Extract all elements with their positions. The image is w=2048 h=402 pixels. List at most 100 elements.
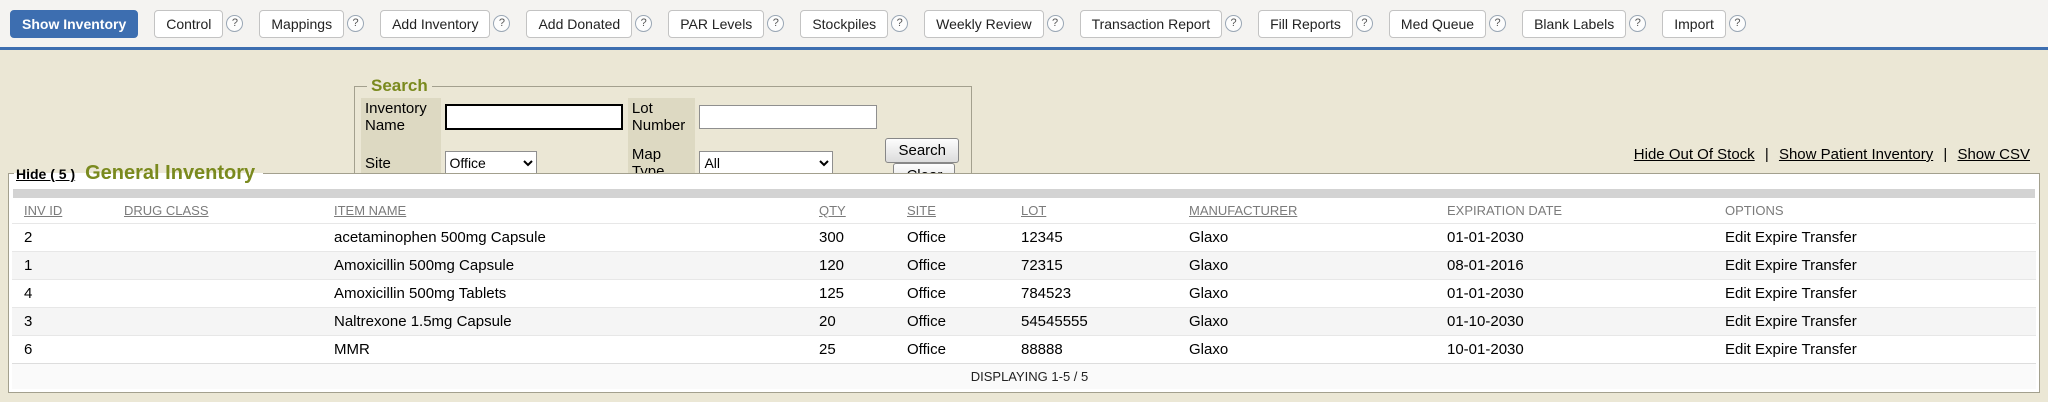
- inventory-name-input[interactable]: [445, 104, 623, 130]
- cell-site: Office: [901, 307, 1015, 335]
- tab-group: Show Inventory: [10, 10, 138, 38]
- tab-group: Stockpiles ?: [800, 10, 908, 38]
- table-row: 6MMR25Office88888Glaxo10-01-2030Edit Exp…: [12, 335, 2036, 363]
- cell-options: Edit Expire Transfer: [1719, 335, 2036, 363]
- cell-expiration: 08-01-2016: [1441, 251, 1719, 279]
- help-icon[interactable]: ?: [1047, 15, 1064, 32]
- table-top-band: [13, 189, 2035, 198]
- transfer-link[interactable]: Transfer: [1801, 341, 1856, 358]
- cell-expiration: 01-01-2030: [1441, 279, 1719, 307]
- tab-group: Control ?: [154, 10, 243, 38]
- cell-inv-id: 3: [12, 307, 118, 335]
- tab-fill-reports[interactable]: Fill Reports: [1258, 10, 1353, 38]
- help-icon[interactable]: ?: [891, 15, 908, 32]
- tab-par-levels[interactable]: PAR Levels: [668, 10, 764, 38]
- help-icon[interactable]: ?: [226, 15, 243, 32]
- inventory-table: INV IDDRUG CLASSITEM NAMEQTYSITELOTMANUF…: [12, 198, 2036, 389]
- column-header-qty[interactable]: QTY: [813, 198, 901, 223]
- search-button[interactable]: Search: [885, 138, 959, 163]
- cell-options: Edit Expire Transfer: [1719, 223, 2036, 251]
- tab-group: Weekly Review ?: [924, 10, 1063, 38]
- edit-link[interactable]: Edit: [1725, 257, 1751, 274]
- help-icon[interactable]: ?: [1489, 15, 1506, 32]
- hide-count-link[interactable]: Hide ( 5 ): [16, 166, 75, 182]
- tab-blank-labels[interactable]: Blank Labels: [1522, 10, 1626, 38]
- column-header-drug-class[interactable]: DRUG CLASS: [118, 198, 328, 223]
- hide-out-of-stock-link[interactable]: Hide Out Of Stock: [1634, 146, 1755, 163]
- edit-link[interactable]: Edit: [1725, 229, 1751, 246]
- cell-expiration: 01-10-2030: [1441, 307, 1719, 335]
- expire-link[interactable]: Expire: [1755, 341, 1798, 358]
- expire-link[interactable]: Expire: [1755, 313, 1798, 330]
- show-csv-link[interactable]: Show CSV: [1957, 146, 2030, 163]
- tab-transaction-report[interactable]: Transaction Report: [1080, 10, 1223, 38]
- edit-link[interactable]: Edit: [1725, 285, 1751, 302]
- expire-link[interactable]: Expire: [1755, 285, 1798, 302]
- inventory-page: { "colors": { "page_background": "#ebe7d…: [0, 0, 2048, 402]
- show-patient-inventory-link[interactable]: Show Patient Inventory: [1779, 146, 1933, 163]
- cell-manufacturer: Glaxo: [1183, 307, 1441, 335]
- cell-expiration: 01-01-2030: [1441, 223, 1719, 251]
- inventory-footer-row: DISPLAYING 1-5 / 5: [12, 363, 2036, 389]
- cell-drug-class: [118, 279, 328, 307]
- edit-link[interactable]: Edit: [1725, 313, 1751, 330]
- tab-control[interactable]: Control: [154, 10, 223, 38]
- cell-manufacturer: Glaxo: [1183, 251, 1441, 279]
- cell-qty: 125: [813, 279, 901, 307]
- help-icon[interactable]: ?: [1629, 15, 1646, 32]
- cell-item-name: Naltrexone 1.5mg Capsule: [328, 307, 813, 335]
- tab-bar: Show Inventory Control ? Mappings ? Add …: [0, 0, 2048, 50]
- tab-group: Blank Labels ?: [1522, 10, 1646, 38]
- expire-link[interactable]: Expire: [1755, 257, 1798, 274]
- cell-lot: 784523: [1015, 279, 1183, 307]
- help-icon[interactable]: ?: [347, 15, 364, 32]
- cell-options: Edit Expire Transfer: [1719, 279, 2036, 307]
- cell-item-name: MMR: [328, 335, 813, 363]
- general-inventory-title: General Inventory: [85, 162, 255, 185]
- edit-link[interactable]: Edit: [1725, 341, 1751, 358]
- tab-weekly-review[interactable]: Weekly Review: [924, 10, 1043, 38]
- inventory-name-label: Inventory Name: [361, 98, 441, 136]
- cell-lot: 12345: [1015, 223, 1183, 251]
- lot-number-input[interactable]: [699, 105, 877, 129]
- tab-med-queue[interactable]: Med Queue: [1389, 10, 1486, 38]
- cell-qty: 20: [813, 307, 901, 335]
- expire-link[interactable]: Expire: [1755, 229, 1798, 246]
- transfer-link[interactable]: Transfer: [1801, 229, 1856, 246]
- help-icon[interactable]: ?: [1356, 15, 1373, 32]
- tab-add-inventory[interactable]: Add Inventory: [380, 10, 490, 38]
- cell-manufacturer: Glaxo: [1183, 279, 1441, 307]
- tab-import[interactable]: Import: [1662, 10, 1726, 38]
- cell-site: Office: [901, 279, 1015, 307]
- link-separator: |: [1943, 146, 1947, 163]
- tab-show-inventory[interactable]: Show Inventory: [10, 10, 138, 38]
- column-header-lot[interactable]: LOT: [1015, 198, 1183, 223]
- cell-lot: 88888: [1015, 335, 1183, 363]
- column-header-manufacturer[interactable]: MANUFACTURER: [1183, 198, 1441, 223]
- help-icon[interactable]: ?: [1225, 15, 1242, 32]
- column-header-options: OPTIONS: [1719, 198, 2036, 223]
- cell-lot: 54545555: [1015, 307, 1183, 335]
- column-header-inv-id[interactable]: INV ID: [12, 198, 118, 223]
- help-icon[interactable]: ?: [1729, 15, 1746, 32]
- tab-group: Transaction Report ?: [1080, 10, 1243, 38]
- cell-expiration: 10-01-2030: [1441, 335, 1719, 363]
- transfer-link[interactable]: Transfer: [1801, 257, 1856, 274]
- column-header-site[interactable]: SITE: [901, 198, 1015, 223]
- tab-stockpiles[interactable]: Stockpiles: [800, 10, 888, 38]
- column-header-item-name[interactable]: ITEM NAME: [328, 198, 813, 223]
- cell-qty: 300: [813, 223, 901, 251]
- help-icon[interactable]: ?: [767, 15, 784, 32]
- tab-group: Fill Reports ?: [1258, 10, 1373, 38]
- tab-mappings[interactable]: Mappings: [259, 10, 344, 38]
- transfer-link[interactable]: Transfer: [1801, 313, 1856, 330]
- help-icon[interactable]: ?: [635, 15, 652, 32]
- cell-drug-class: [118, 223, 328, 251]
- cell-options: Edit Expire Transfer: [1719, 307, 2036, 335]
- transfer-link[interactable]: Transfer: [1801, 285, 1856, 302]
- cell-item-name: Amoxicillin 500mg Tablets: [328, 279, 813, 307]
- paging-status: DISPLAYING 1-5 / 5: [12, 363, 2036, 389]
- general-inventory-legend: Hide ( 5 ) General Inventory: [14, 162, 263, 185]
- tab-add-donated[interactable]: Add Donated: [526, 10, 632, 38]
- help-icon[interactable]: ?: [493, 15, 510, 32]
